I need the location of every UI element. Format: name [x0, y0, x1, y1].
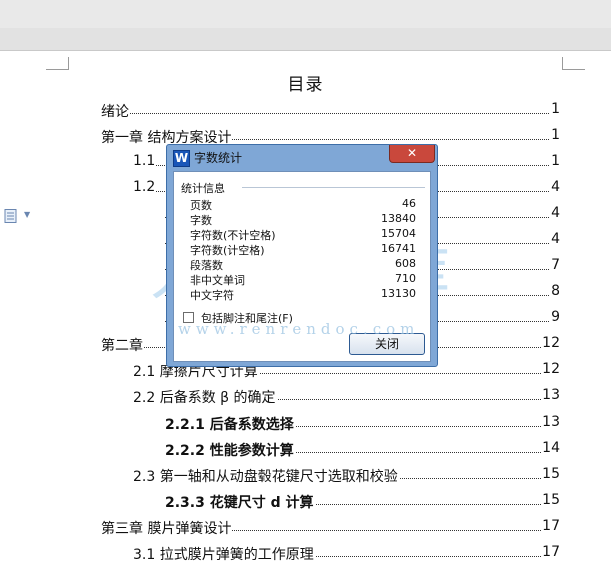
app-logo-icon: W	[173, 150, 190, 167]
stat-value-paragraphs: 608	[395, 257, 416, 270]
toc-page-number: 9	[551, 309, 560, 325]
toc-page-number: 17	[542, 544, 560, 560]
toc-entry[interactable]: 2.2.1 后备系数选择 13	[165, 414, 560, 434]
toc-page-number: 4	[551, 179, 560, 195]
stat-value-chars-with-spaces: 16741	[381, 242, 416, 255]
toc-entry[interactable]: 第三章 膜片弹簧设计 17	[101, 518, 560, 538]
toc-entry-text: 3.1 拉式膜片弹簧的工作原理	[133, 544, 315, 564]
toc-entry[interactable]: 绪论 1	[101, 101, 560, 121]
toc-page-number: 17	[542, 518, 560, 534]
toc-entry-text: 2.2.1 后备系数选择	[165, 414, 295, 434]
toc-entry-text: 第二章	[101, 335, 144, 355]
toc-title: 目录	[287, 75, 324, 95]
toc-page-number: 14	[542, 440, 560, 456]
toc-page-number: 4	[551, 231, 560, 247]
toc-entry[interactable]: 2.2 后备系数 β 的确定 13	[133, 387, 560, 407]
toc-entry-text: 2.2 后备系数 β 的确定	[133, 387, 277, 407]
toc-page-number: 8	[551, 283, 560, 299]
stat-value-chinese-chars: 13130	[381, 287, 416, 300]
chevron-down-icon[interactable]: ▼	[24, 210, 30, 219]
toc-page-number: 1	[551, 153, 560, 169]
toc-entry-text: 1.2	[133, 179, 157, 195]
group-divider	[242, 187, 425, 188]
toc-entry[interactable]: 3.1 拉式膜片弹簧的工作原理 17	[133, 544, 560, 564]
toc-entry-text: 2.3.3 花键尺寸 d 计算	[165, 492, 315, 512]
toc-page-number: 7	[551, 257, 560, 273]
close-button[interactable]: ✕	[389, 145, 435, 163]
toc-entry-text: 2.2.2 性能参数计算	[165, 440, 295, 460]
toc-entry-text: 绪论	[101, 101, 130, 121]
page-corner-mark	[562, 57, 585, 70]
toc-entry[interactable]: 2.3.3 花键尺寸 d 计算 15	[165, 492, 560, 512]
toc-entry[interactable]: 2.2.2 性能参数计算 14	[165, 440, 560, 460]
toc-entry-text: 1.1	[133, 153, 157, 169]
stat-label-pages: 页数	[190, 199, 212, 212]
app-toolbar	[0, 0, 611, 29]
page-corner-mark	[46, 57, 69, 70]
toc-page-number: 15	[542, 466, 560, 482]
stat-value-pages: 46	[402, 197, 416, 210]
stat-label-chars-with-spaces: 字符数(计空格)	[190, 244, 265, 257]
stat-label-words: 字数	[190, 214, 212, 227]
stat-label-non-chinese-words: 非中文单词	[190, 274, 245, 287]
stat-label-chinese-chars: 中文字符	[190, 289, 234, 302]
toc-page-number: 4	[551, 205, 560, 221]
group-title: 统计信息	[181, 182, 225, 195]
toc-entry[interactable]: 第一章 结构方案设计 1	[101, 127, 560, 147]
toc-page-number: 13	[542, 414, 560, 430]
stat-label-chars-no-spaces: 字符数(不计空格)	[190, 229, 276, 242]
toc-page-number: 12	[542, 361, 560, 377]
toc-page-number: 12	[542, 335, 560, 351]
toc-entry-text: 2.3 第一轴和从动盘毂花键尺寸选取和校验	[133, 466, 399, 486]
toc-page-number: 13	[542, 387, 560, 403]
toc-page-number: 15	[542, 492, 560, 508]
document-icon[interactable]	[4, 209, 18, 223]
toc-entry[interactable]: 2.3 第一轴和从动盘毂花键尺寸选取和校验 15	[133, 466, 560, 486]
toc-page-number: 1	[551, 127, 560, 143]
toc-page-number: 1	[551, 101, 560, 117]
stat-value-words: 13840	[381, 212, 416, 225]
stat-value-non-chinese-words: 710	[395, 272, 416, 285]
stat-label-paragraphs: 段落数	[190, 259, 223, 272]
watermark-text: www.renrendoc.com	[178, 320, 420, 338]
toc-leader-dots	[101, 112, 549, 114]
dialog-title: 字数统计	[194, 151, 243, 165]
ribbon-strip	[0, 28, 611, 51]
dialog-titlebar[interactable]: W 字数统计 ✕	[167, 145, 437, 169]
stat-value-chars-no-spaces: 15704	[381, 227, 416, 240]
toc-entry-text: 第三章 膜片弹簧设计	[101, 518, 233, 538]
